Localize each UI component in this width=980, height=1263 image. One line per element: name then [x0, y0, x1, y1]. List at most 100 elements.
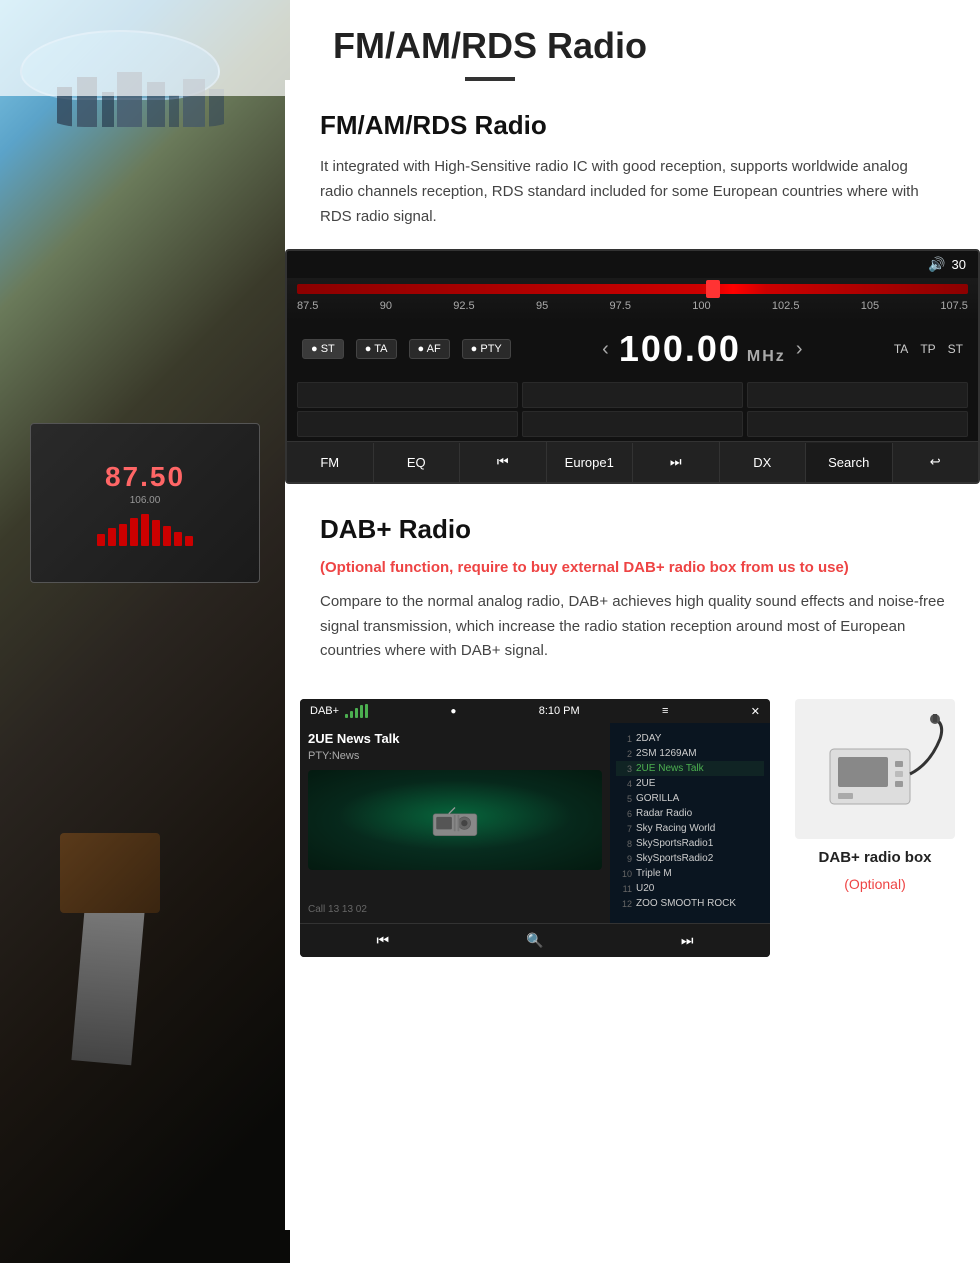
- freq-labels: 87.5 90 92.5 95 97.5 100 102.5 105 107.5: [297, 298, 968, 314]
- dab-box-svg: [800, 709, 950, 829]
- dab-section-title: DAB+ Radio: [320, 514, 945, 545]
- search-button[interactable]: Search: [806, 443, 893, 482]
- title-underline: [465, 77, 515, 81]
- dab-time: 8:10 PM: [539, 705, 580, 717]
- dab-pty: PTY:News: [308, 750, 602, 762]
- right-panel: FM/AM/RDS Radio It integrated with High-…: [285, 80, 980, 1230]
- dab-header-left: DAB+: [310, 704, 368, 718]
- dab-header-bar: DAB+ ● 8:10 PM ≡ ✕: [300, 699, 770, 723]
- dab-prev-button[interactable]: ⏮: [377, 932, 390, 949]
- signal-bar-1: [345, 714, 348, 718]
- channel-item-4[interactable]: 4 2UE: [616, 776, 764, 791]
- car-freq-bar: [97, 514, 193, 546]
- dab-search-button[interactable]: 🔍: [526, 932, 543, 949]
- dab-next-button[interactable]: ⏭: [681, 932, 694, 949]
- freq-next-button[interactable]: ›: [796, 338, 803, 361]
- channel-item-6[interactable]: 6 Radar Radio: [616, 806, 764, 821]
- radio-controls-row: ● ST ● TA ● AF ● PTY ‹ 100.00 MHz › TA T…: [287, 320, 978, 378]
- preset-3[interactable]: [747, 382, 968, 408]
- channel-item-5[interactable]: 5 GORILLA: [616, 791, 764, 806]
- prev-button[interactable]: ⏮: [460, 442, 547, 482]
- next-button[interactable]: ⏭: [633, 442, 720, 482]
- signal-bar-2: [350, 711, 353, 718]
- fm-section: FM/AM/RDS Radio It integrated with High-…: [285, 80, 980, 249]
- radio-icon: [430, 800, 480, 840]
- dab-optional-text: (Optional function, require to buy exter…: [320, 557, 945, 580]
- dab-dot-icon: ●: [450, 706, 456, 717]
- channel-item-8[interactable]: 8 SkySportsRadio1: [616, 836, 764, 851]
- dab-section-desc: Compare to the normal analog radio, DAB+…: [320, 590, 945, 664]
- radio-top-bar: 🔊 30: [287, 251, 978, 278]
- dab-body: 2UE News Talk PTY:News: [300, 723, 770, 923]
- channel-item-10[interactable]: 10 Triple M: [616, 866, 764, 881]
- page-header: FM/AM/RDS Radio: [0, 0, 980, 96]
- dab-label: DAB+: [310, 705, 339, 717]
- back-button[interactable]: ↩: [893, 442, 979, 482]
- dab-section: DAB+ Radio (Optional function, require t…: [285, 484, 980, 684]
- car-background: 87.50 106.00: [0, 0, 290, 1263]
- st-label: ST: [948, 342, 963, 356]
- dab-box-name: DAB+ radio box: [819, 849, 932, 866]
- radio-buttons-right: TA TP ST: [894, 342, 963, 356]
- freq-track[interactable]: [297, 284, 968, 294]
- radio-buttons-left: ● ST ● TA ● AF ● PTY: [302, 339, 511, 359]
- channel-item-12[interactable]: 12 ZOO SMOOTH ROCK: [616, 896, 764, 911]
- preset-4[interactable]: [297, 411, 518, 437]
- freq-prev-button[interactable]: ‹: [602, 338, 609, 361]
- channel-item-11[interactable]: 11 U20: [616, 881, 764, 896]
- europe1-button[interactable]: Europe1: [547, 443, 634, 482]
- dab-box-panel: DAB+ radio box (Optional): [785, 699, 965, 892]
- dab-screenshots-row: DAB+ ● 8:10 PM ≡ ✕: [285, 684, 980, 987]
- dab-left-panel: 2UE News Talk PTY:News: [300, 723, 610, 923]
- fm-button[interactable]: FM: [287, 443, 374, 482]
- radio-ui-screenshot: 🔊 30 87.5 90 92.5 95 97.5 100 102.5 105 …: [285, 249, 980, 484]
- signal-bar-3: [355, 708, 358, 718]
- channel-item-1[interactable]: 1 2DAY: [616, 731, 764, 746]
- freq-unit: MHz: [747, 348, 786, 366]
- preset-row-1: [297, 382, 968, 408]
- preset-2[interactable]: [522, 382, 743, 408]
- preset-rows: [287, 378, 978, 441]
- dx-button[interactable]: DX: [720, 443, 807, 482]
- radio-toolbar: FM EQ ⏮ Europe1 ⏭ DX Search ↩: [287, 441, 978, 482]
- fm-section-title: FM/AM/RDS Radio: [320, 110, 945, 141]
- ta-label: TA: [894, 342, 908, 356]
- dab-box-optional: (Optional): [844, 876, 905, 892]
- dab-box-visual: [795, 699, 955, 839]
- channel-item-9[interactable]: 9 SkySportsRadio2: [616, 851, 764, 866]
- dab-station-name: 2UE News Talk: [308, 731, 602, 746]
- page-layout: 87.50 106.00 FM/AM/RDS Radio FM/: [0, 0, 980, 1263]
- dab-menu-icon: ≡: [662, 705, 668, 717]
- channel-item-2[interactable]: 2 2SM 1269AM: [616, 746, 764, 761]
- af-button[interactable]: ● AF: [409, 339, 450, 359]
- signal-bar-5: [365, 704, 368, 718]
- freq-display: 100.00 MHz: [619, 328, 786, 370]
- preset-6[interactable]: [747, 411, 968, 437]
- freq-slider-area: 87.5 90 92.5 95 97.5 100 102.5 105 107.5: [287, 278, 978, 320]
- volume-value: 30: [952, 257, 966, 272]
- car-radio-device: 87.50 106.00: [30, 423, 260, 583]
- preset-row-2: [297, 411, 968, 437]
- car-freq-display: 87.50: [105, 461, 185, 493]
- fm-section-desc: It integrated with High-Sensitive radio …: [320, 155, 945, 229]
- pty-button[interactable]: ● PTY: [462, 339, 511, 359]
- dab-channel-list: 1 2DAY 2 2SM 1269AM 3 2UE News Talk: [616, 731, 764, 911]
- dab-ui-screenshot: DAB+ ● 8:10 PM ≡ ✕: [300, 699, 770, 957]
- dab-channel-list-panel: 1 2DAY 2 2SM 1269AM 3 2UE News Talk: [610, 723, 770, 923]
- freq-value: 100.00: [619, 328, 741, 370]
- dab-signal-bars: [345, 704, 368, 718]
- tp-label: TP: [920, 342, 935, 356]
- dab-footer: Call 13 13 02: [308, 904, 367, 915]
- eq-button[interactable]: EQ: [374, 443, 461, 482]
- preset-5[interactable]: [522, 411, 743, 437]
- page-title: FM/AM/RDS Radio: [20, 25, 960, 67]
- channel-item-3[interactable]: 3 2UE News Talk: [616, 761, 764, 776]
- freq-nav-area: ‹ 100.00 MHz ›: [602, 328, 802, 370]
- dab-controls: ⏮ 🔍 ⏭: [300, 923, 770, 957]
- preset-1[interactable]: [297, 382, 518, 408]
- signal-bar-4: [360, 705, 363, 718]
- channel-item-7[interactable]: 7 Sky Racing World: [616, 821, 764, 836]
- dab-close-icon[interactable]: ✕: [751, 705, 760, 718]
- st-button[interactable]: ● ST: [302, 339, 344, 359]
- ta-button[interactable]: ● TA: [356, 339, 397, 359]
